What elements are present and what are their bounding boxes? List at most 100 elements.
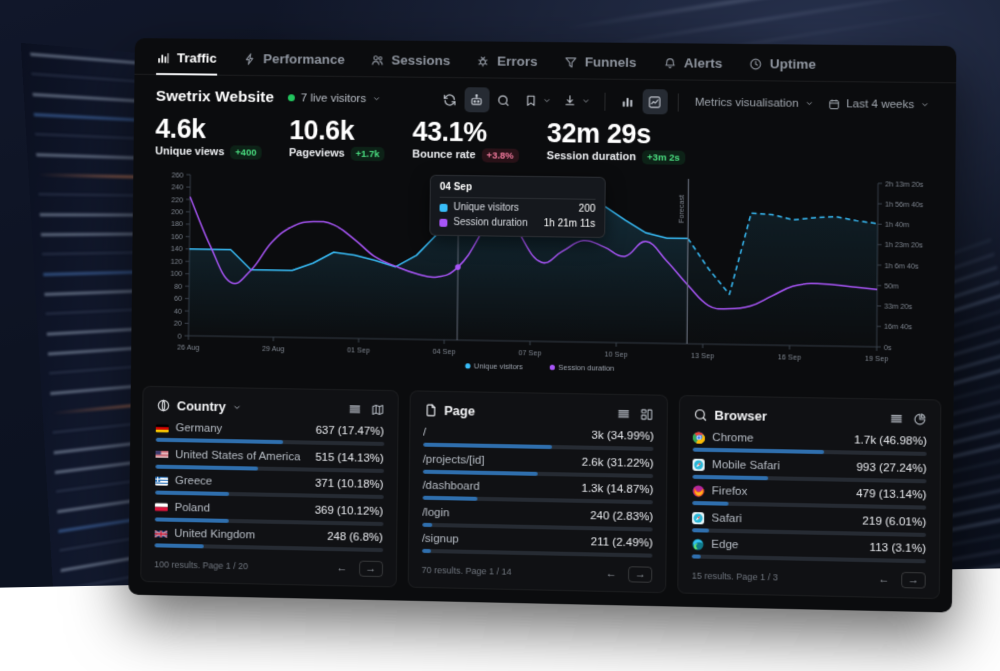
download-chevron-down-icon[interactable] bbox=[581, 96, 590, 105]
table-row[interactable]: /dashboard 1.3k (14.87%) bbox=[422, 480, 653, 505]
row-label: / bbox=[422, 426, 427, 439]
download-icon[interactable] bbox=[557, 88, 582, 113]
tab-uptime[interactable]: Uptime bbox=[748, 56, 816, 82]
traffic-chart[interactable]: 0 20 40 60 80 100 120 140 160 180 200 220 240 260 0s 16… bbox=[141, 166, 948, 390]
table-row[interactable]: /login 240 (2.83%) bbox=[421, 506, 654, 532]
pie-chart-icon[interactable] bbox=[913, 412, 927, 426]
panel-footer-text: 70 results. Page 1 / 14 bbox=[421, 565, 512, 577]
toolbar-divider-2 bbox=[677, 92, 679, 112]
metric-label: Session duration bbox=[546, 150, 637, 164]
table-row[interactable]: Firefox 479 (13.14%) bbox=[692, 485, 927, 510]
table-row[interactable]: /projects/[id] 2.6k (31.22%) bbox=[422, 453, 654, 478]
row-progress-track bbox=[421, 549, 653, 558]
row-progress-track bbox=[692, 501, 927, 510]
table-row[interactable]: / 3k (34.99%) bbox=[422, 426, 654, 452]
row-progress-fill bbox=[154, 517, 229, 523]
screenshot-stage: Traffic Performance Sessions Errors Funnels A… bbox=[0, 0, 1000, 671]
svg-text:0s: 0s bbox=[884, 344, 892, 352]
metric-label: Unique views bbox=[155, 145, 225, 159]
panel-country: Country Germany 637 (17.47%) United States … bbox=[140, 385, 399, 588]
tree-view-icon[interactable] bbox=[640, 407, 654, 421]
row-progress-track bbox=[155, 464, 384, 473]
date-range-selector[interactable]: Last 4 weeks bbox=[822, 98, 936, 111]
prev-page-button[interactable]: ← bbox=[599, 566, 623, 583]
table-row[interactable]: /signup 211 (2.49%) bbox=[421, 533, 653, 558]
metric-card: 32m 29s Session duration +3m 2s bbox=[546, 118, 686, 165]
tooltip-series-swatch bbox=[439, 218, 448, 227]
row-label: /projects/[id] bbox=[422, 453, 485, 467]
prev-page-button[interactable]: ← bbox=[872, 571, 897, 588]
list-view-icon[interactable] bbox=[889, 411, 903, 425]
row-value: 369 (10.12%) bbox=[314, 504, 384, 518]
svg-text:1h 23m 20s: 1h 23m 20s bbox=[885, 241, 924, 250]
tooltip-series-swatch bbox=[439, 203, 448, 212]
metric-label: Pageviews bbox=[288, 147, 345, 160]
live-visitors-selector[interactable]: 7 live visitors bbox=[287, 92, 381, 105]
tab-alerts[interactable]: Alerts bbox=[663, 55, 723, 81]
row-value: 637 (17.47%) bbox=[315, 424, 385, 439]
metric-delta-badge: +1.7k bbox=[350, 146, 385, 162]
tab-performance[interactable]: Performance bbox=[242, 51, 345, 77]
svg-text:140: 140 bbox=[171, 245, 183, 253]
row-progress-track bbox=[692, 527, 927, 537]
metric-value: 4.6k bbox=[155, 113, 206, 145]
map-view-icon[interactable] bbox=[370, 402, 384, 416]
table-row[interactable]: Mobile Safari 993 (27.24%) bbox=[692, 458, 927, 483]
metric-delta-badge: +3m 2s bbox=[642, 150, 685, 165]
row-label: /login bbox=[422, 506, 450, 519]
tab-funnels[interactable]: Funnels bbox=[564, 54, 637, 80]
table-row[interactable]: Edge 113 (3.1%) bbox=[692, 538, 926, 564]
table-row[interactable]: Chrome 1.7k (46.98%) bbox=[692, 432, 927, 457]
bar-chart-view-icon[interactable] bbox=[615, 89, 640, 114]
row-label: Safari bbox=[711, 512, 742, 525]
svg-text:2h 13m 20s: 2h 13m 20s bbox=[885, 180, 924, 189]
list-view-icon[interactable] bbox=[348, 402, 362, 416]
metric-value: 32m 29s bbox=[546, 118, 652, 150]
svg-text:200: 200 bbox=[171, 208, 183, 216]
refresh-icon[interactable] bbox=[438, 87, 463, 112]
tab-label: Alerts bbox=[683, 55, 723, 71]
table-row[interactable]: Safari 219 (6.01%) bbox=[692, 511, 927, 537]
table-row[interactable]: United States of America 515 (14.13%) bbox=[155, 448, 384, 473]
next-page-button[interactable]: → bbox=[358, 560, 383, 578]
row-value: 113 (3.1%) bbox=[869, 542, 926, 556]
metrics-visualisation-selector[interactable]: Metrics visualisation bbox=[689, 96, 820, 109]
page-title: Swetrix Website bbox=[155, 87, 275, 106]
bell-icon bbox=[663, 56, 677, 70]
table-row[interactable]: Germany 637 (17.47%) bbox=[155, 422, 385, 447]
robot-icon[interactable] bbox=[464, 87, 490, 113]
table-row[interactable]: Greece 371 (10.18%) bbox=[155, 475, 384, 500]
svg-text:Forecast: Forecast bbox=[678, 195, 686, 223]
list-view-icon[interactable] bbox=[617, 407, 631, 421]
metric-delta-badge: +3.8% bbox=[481, 148, 519, 163]
row-value: 219 (6.01%) bbox=[862, 515, 927, 529]
table-row[interactable]: United Kingdom 248 (6.8%) bbox=[154, 528, 383, 553]
tab-traffic[interactable]: Traffic bbox=[156, 50, 217, 76]
next-page-button[interactable]: → bbox=[628, 566, 653, 583]
row-label: Germany bbox=[175, 422, 223, 436]
row-progress-fill bbox=[692, 474, 769, 480]
next-page-button[interactable]: → bbox=[901, 572, 926, 589]
panel-actions bbox=[617, 407, 654, 422]
browser-icon bbox=[692, 458, 706, 471]
tab-label: Funnels bbox=[584, 54, 637, 70]
search-icon[interactable] bbox=[491, 87, 516, 112]
table-row[interactable]: Poland 369 (10.12%) bbox=[154, 501, 384, 526]
svg-text:1h 56m 40s: 1h 56m 40s bbox=[885, 201, 924, 210]
prev-page-button[interactable]: ← bbox=[330, 560, 354, 577]
svg-text:16 Sep: 16 Sep bbox=[778, 353, 801, 361]
chart-tooltip: 04 Sep Unique visitors 200 Session duratio… bbox=[429, 174, 606, 239]
row-progress-track bbox=[421, 522, 654, 532]
line-chart-view-icon[interactable] bbox=[642, 89, 668, 115]
svg-text:1h 6m 40s: 1h 6m 40s bbox=[884, 262, 919, 271]
clock-icon bbox=[748, 57, 762, 71]
tab-errors[interactable]: Errors bbox=[476, 53, 538, 79]
bookmark-chevron-down-icon[interactable] bbox=[542, 96, 551, 105]
row-progress-track bbox=[422, 442, 654, 452]
row-progress-fill bbox=[692, 554, 701, 559]
tab-sessions[interactable]: Sessions bbox=[370, 52, 450, 78]
bookmark-icon[interactable] bbox=[518, 88, 543, 113]
chevron-down-icon bbox=[372, 94, 381, 103]
svg-text:220: 220 bbox=[171, 196, 183, 204]
chevron-down-icon[interactable] bbox=[232, 402, 242, 412]
